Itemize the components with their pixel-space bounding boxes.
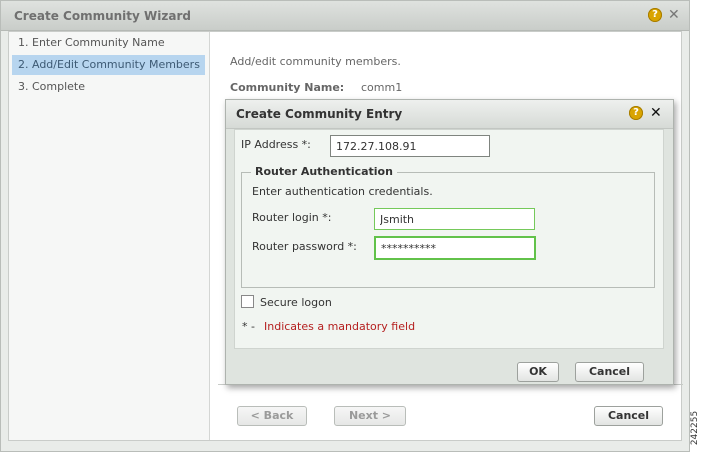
- dialog-title-bar: Create Community Entry ? ✕: [226, 100, 673, 129]
- step-complete[interactable]: 3. Complete: [12, 77, 205, 97]
- router-password-label: Router password *:: [252, 240, 357, 253]
- ok-button[interactable]: OK: [517, 362, 559, 382]
- mandatory-star: * -: [242, 320, 255, 333]
- back-button[interactable]: < Back: [237, 406, 307, 426]
- secure-logon-label: Secure logon: [260, 296, 332, 309]
- mandatory-note: Indicates a mandatory field: [264, 320, 416, 333]
- help-icon[interactable]: ?: [648, 8, 662, 22]
- help-icon[interactable]: ?: [629, 106, 643, 120]
- wizard-cancel-button[interactable]: Cancel: [594, 406, 663, 426]
- next-button[interactable]: Next >: [334, 406, 406, 426]
- ip-address-input[interactable]: [330, 135, 490, 157]
- ip-address-label: IP Address *:: [241, 138, 311, 151]
- create-community-entry-dialog: Create Community Entry ? ✕ IP Address *:…: [225, 99, 674, 385]
- router-login-input[interactable]: [374, 208, 535, 230]
- wizard-title: Create Community Wizard: [14, 9, 191, 23]
- auth-instruction: Enter authentication credentials.: [252, 185, 433, 198]
- community-name-label: Community Name:: [230, 81, 345, 94]
- wizard-title-bar: Create Community Wizard ? ✕: [1, 1, 689, 31]
- intro-text: Add/edit community members.: [230, 55, 401, 68]
- secure-logon-checkbox[interactable]: [241, 295, 254, 308]
- dialog-title: Create Community Entry: [236, 107, 403, 121]
- close-icon[interactable]: ✕: [650, 106, 662, 120]
- figure-id: 242255: [690, 410, 701, 446]
- step-enter-community-name[interactable]: 1. Enter Community Name: [12, 33, 205, 53]
- router-authentication-legend: Router Authentication: [251, 165, 397, 178]
- step-add-edit-members[interactable]: 2. Add/Edit Community Members: [12, 55, 205, 75]
- router-password-input[interactable]: [374, 236, 536, 260]
- close-icon[interactable]: ✕: [668, 8, 680, 22]
- community-name-value: comm1: [361, 81, 403, 94]
- dialog-body: IP Address *: Router Authentication Ente…: [234, 129, 664, 349]
- router-login-label: Router login *:: [252, 211, 332, 224]
- wizard-steps: 1. Enter Community Name 2. Add/Edit Comm…: [9, 32, 210, 440]
- router-authentication-group: Router Authentication Enter authenticati…: [241, 165, 655, 288]
- dialog-cancel-button[interactable]: Cancel: [575, 362, 644, 382]
